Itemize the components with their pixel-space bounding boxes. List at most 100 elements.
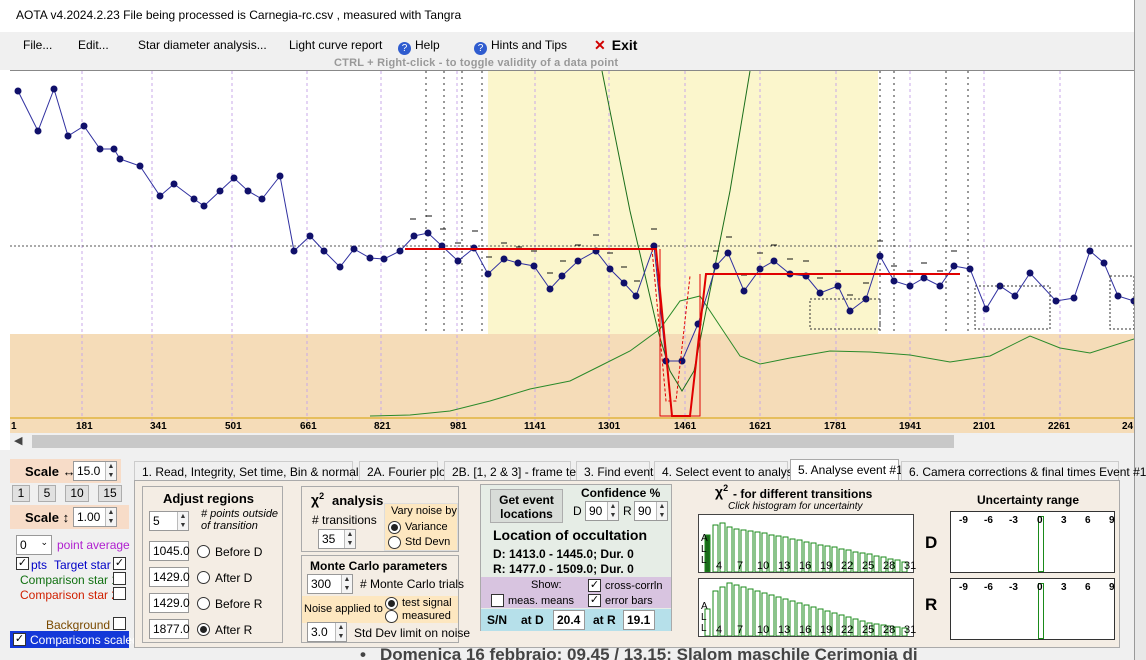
tab-read[interactable]: 1. Read, Integrity, Set time, Bin & norm…: [134, 461, 374, 481]
scale-15-button[interactable]: 15: [98, 485, 122, 502]
menu-star-diameter[interactable]: Star diameter analysis...: [138, 38, 267, 52]
get-event-locations-button[interactable]: Get event locations: [490, 489, 563, 523]
mc-trials-input[interactable]: 300 ▲ ▼: [307, 574, 353, 594]
meas-means-checkbox[interactable]: [491, 594, 504, 607]
location-title: Location of occultation: [493, 527, 647, 543]
d-side-label: A: [701, 533, 708, 544]
test-signal-radio[interactable]: [385, 597, 398, 610]
menu-file[interactable]: File...: [23, 38, 52, 52]
x-tick: 1621: [749, 421, 772, 432]
uncertainty-d-chart: -9 -6 -3 0 3 6 9: [950, 511, 1115, 573]
uncert-d-tick: 9: [1109, 515, 1115, 526]
x-tick: 1301: [598, 421, 621, 432]
monte-carlo-title: Monte Carlo parameters: [310, 559, 448, 573]
menu-exit[interactable]: ✕ Exit: [594, 37, 637, 54]
conf-d-input[interactable]: 90 ▲ ▼: [585, 501, 619, 521]
after-d-value: 1429.0: [149, 567, 190, 587]
comparisons-scaled-checkbox[interactable]: ✓: [13, 633, 26, 646]
uncert-d-tick: 6: [1085, 515, 1091, 526]
tab-camera-corrections[interactable]: 6. Camera corrections & final times Even…: [901, 461, 1146, 481]
scroll-thumb[interactable]: [32, 435, 954, 448]
menu-edit[interactable]: Edit...: [78, 38, 109, 52]
r-location-text: R: 1477.0 - 1509.0; Dur. 0: [493, 562, 634, 576]
before-d-value: 1045.0: [149, 541, 190, 561]
menu-help[interactable]: ? Help: [398, 38, 440, 55]
after-d-radio[interactable]: [197, 571, 210, 584]
scale-1-button[interactable]: 1: [12, 485, 30, 502]
conf-d-label: D: [573, 504, 582, 518]
std-limit-input[interactable]: 3.0 ▲ ▼: [307, 622, 347, 642]
error-bars-checkbox[interactable]: ✓: [588, 594, 601, 607]
measured-radio[interactable]: [385, 610, 398, 623]
points-outside-input[interactable]: 5 ▲ ▼: [149, 511, 189, 531]
before-r-radio[interactable]: [197, 597, 210, 610]
conf-r-input[interactable]: 90 ▲ ▼: [634, 501, 668, 521]
adjust-regions-title: Adjust regions: [163, 491, 255, 506]
chi2-hist-subtitle: Click histogram for uncertainty: [728, 501, 863, 512]
std-devn-label: Std Devn: [405, 536, 451, 548]
d-hist-label: 13: [778, 560, 791, 572]
uncert-r-tick: -6: [984, 582, 993, 593]
d-chi2-histogram[interactable]: A L L 4 7 10 13 16 19 22 25 28 31: [698, 514, 916, 573]
menu-hints-label: Hints and Tips: [491, 38, 568, 52]
variance-radio[interactable]: [388, 521, 401, 534]
scale-5-button[interactable]: 5: [38, 485, 56, 502]
std-devn-radio[interactable]: [388, 536, 401, 549]
tab-find-events[interactable]: 3. Find events: [576, 461, 659, 481]
r-hist-label: 16: [799, 624, 812, 636]
r-hist-label: 19: [820, 624, 833, 636]
menu-help-label: Help: [415, 38, 440, 52]
location-group: Get event locations Confidence % D 90 ▲ ▼ …: [480, 484, 672, 631]
d-hist-label: 7: [737, 560, 744, 572]
x-tick: 501: [225, 421, 242, 432]
sn-at-d-label: at D: [521, 613, 544, 627]
target-star-checkbox[interactable]: ✓: [113, 557, 126, 570]
scale-h-input[interactable]: 15.0 ▲ ▼: [73, 461, 117, 481]
pts-checkbox[interactable]: ✓: [16, 557, 29, 570]
tab-frame-test[interactable]: 2B. [1, 2 & 3] - frame test: [444, 461, 585, 481]
x-tick: 341: [150, 421, 167, 432]
menu-bar: File... Edit... Star diameter analysis..…: [0, 32, 1134, 70]
menu-hints[interactable]: ? Hints and Tips: [474, 38, 567, 55]
r-hist-label: 7: [737, 624, 744, 636]
d-side-label: L: [701, 544, 707, 555]
uncert-r-tick: -9: [959, 582, 968, 593]
x-tick: 981: [450, 421, 467, 432]
horizontal-scrollbar[interactable]: ◀: [10, 433, 1134, 450]
r-side-label: L: [701, 623, 707, 634]
comp1-checkbox[interactable]: [113, 572, 126, 585]
menu-light-curve-report[interactable]: Light curve report: [289, 38, 382, 52]
uncertainty-r-label: R: [925, 595, 938, 614]
cross-corrln-checkbox[interactable]: ✓: [588, 579, 601, 592]
scale-10-button[interactable]: 10: [65, 485, 89, 502]
point-average-label: point average: [57, 538, 130, 552]
point-average-select[interactable]: 0 ⌄: [16, 535, 52, 555]
scale-v-input[interactable]: 1.00 ▲ ▼: [73, 507, 117, 527]
d-side-label: L: [701, 555, 707, 566]
comp2-checkbox[interactable]: [113, 587, 126, 600]
bullet-icon: •: [360, 645, 366, 660]
after-r-radio[interactable]: [197, 623, 210, 636]
r-chi2-histogram[interactable]: A L L 4 7 10 13 16 19 22 25 28 31: [698, 578, 916, 637]
x-tick: 1781: [824, 421, 847, 432]
hints-icon: ?: [474, 42, 487, 55]
transitions-input[interactable]: 35 ▲ ▼: [318, 529, 356, 549]
x-tick: 181: [76, 421, 93, 432]
tab-fourier[interactable]: 2A. Fourier plot: [359, 461, 449, 481]
sn-r-value: 19.1: [623, 610, 655, 630]
d-hist-label: 19: [820, 560, 833, 572]
chi2-title: analysis: [332, 493, 384, 508]
measured-label: measured: [402, 610, 451, 622]
d-hist-label: 4: [716, 560, 723, 572]
conf-r-label: R: [623, 504, 632, 518]
tab-analyse-event[interactable]: 5. Analyse event #1: [790, 459, 903, 481]
comparisons-scaled-label: Comparisons scaled: [30, 633, 139, 647]
before-d-radio[interactable]: [197, 545, 210, 558]
scroll-left-icon[interactable]: ◀: [14, 434, 22, 447]
background-checkbox[interactable]: [113, 617, 126, 630]
tab-select-event[interactable]: 4. Select event to analyse: [654, 461, 799, 481]
points-outside-label: # points outside of transition: [201, 508, 279, 532]
light-curve-plot[interactable]: 1 181 341 501 661 821 981 1141 1301 1461…: [10, 70, 1138, 434]
r-hist-label: 25: [862, 624, 875, 636]
light-curve-svg[interactable]: 1 181 341 501 661 821 981 1141 1301 1461…: [10, 70, 1138, 434]
